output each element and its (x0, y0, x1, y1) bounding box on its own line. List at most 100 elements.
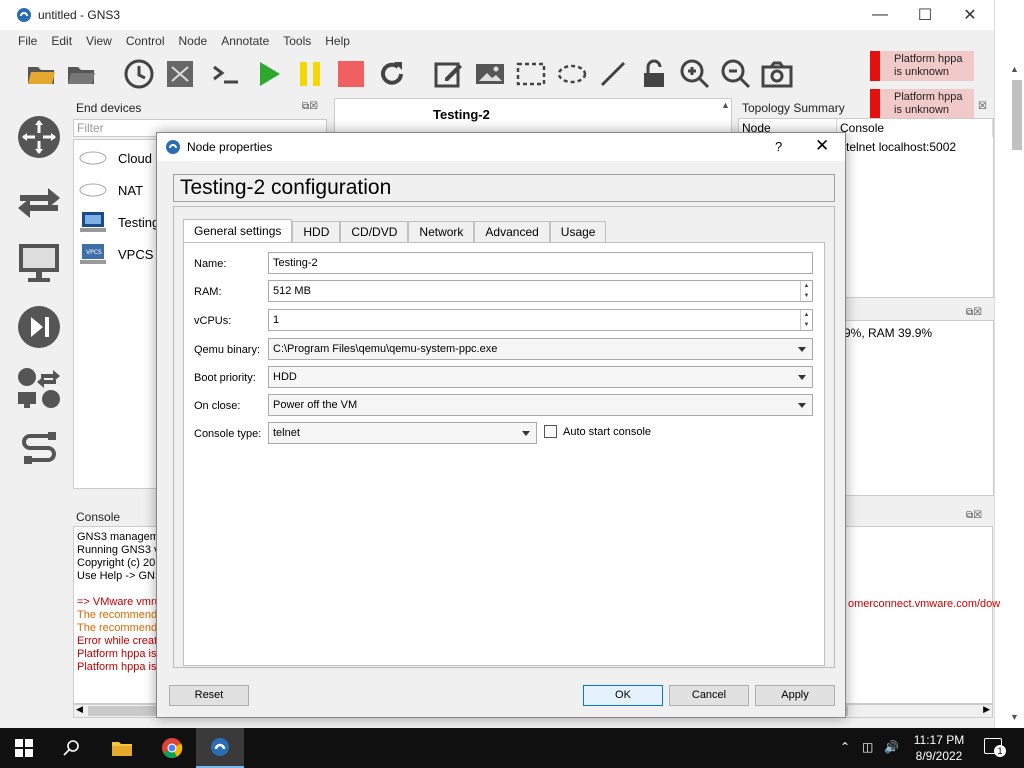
spin-arrows-icon[interactable]: ▲ ▼ (800, 281, 812, 301)
menu-help[interactable]: Help (325, 34, 350, 48)
zoom-out-button[interactable] (720, 58, 752, 90)
menu-view[interactable]: View (86, 34, 112, 48)
panel-float-close-icons[interactable]: ⧉☒ (966, 510, 982, 521)
start-all-button[interactable] (253, 58, 285, 90)
network-icon[interactable]: ◫ (862, 740, 873, 754)
close-dialog-button[interactable]: ✕ (815, 136, 829, 156)
menu-control[interactable]: Control (126, 34, 165, 48)
suspend-all-button[interactable] (294, 58, 326, 90)
scroll-right-icon[interactable]: ▶ (983, 704, 990, 715)
open-file-button[interactable] (65, 58, 97, 90)
snapshot-button[interactable] (123, 58, 155, 90)
lock-items-button[interactable] (638, 58, 670, 90)
edit-note-icon (434, 62, 462, 88)
start-button[interactable] (0, 728, 48, 768)
ram-spinbox[interactable]: 512 MB ▲ ▼ (268, 280, 813, 302)
chevron-up-icon[interactable]: ⌃ (840, 740, 850, 754)
auto-start-console-checkbox[interactable] (544, 425, 557, 438)
draw-ellipse-button[interactable] (556, 58, 588, 90)
on-close-value: Power off the VM (273, 399, 358, 411)
tab-hdd[interactable]: HDD (292, 221, 341, 243)
scrollbar-thumb[interactable] (1012, 80, 1022, 150)
col-header-console[interactable]: Console (837, 119, 993, 137)
ram-value: 512 MB (273, 285, 311, 297)
screenshot-button[interactable] (761, 58, 793, 90)
open-project-button[interactable] (25, 58, 57, 90)
help-button[interactable]: ? (775, 139, 782, 154)
add-link-button[interactable] (16, 428, 62, 474)
node-properties-dialog: Node properties ? ✕ Testing-2 configurat… (156, 132, 846, 718)
cancel-button[interactable]: Cancel (669, 685, 749, 706)
console-all-button[interactable] (210, 58, 242, 90)
resource-usage-text: 9%, RAM 39.9% (844, 326, 933, 340)
name-field[interactable]: Testing-2 (268, 252, 813, 274)
canvas-scroll-up-icon[interactable]: ▲ (721, 100, 730, 110)
panel-float-close-icons[interactable]: ☒ (978, 101, 987, 112)
browse-switches-button[interactable] (16, 178, 62, 224)
apply-button[interactable]: Apply (755, 685, 835, 706)
tab-network[interactable]: Network (408, 221, 475, 243)
browse-all-devices-button[interactable] (16, 366, 62, 412)
close-window-button[interactable]: ✕ (947, 0, 993, 30)
vcpus-spinbox[interactable]: 1 ▲ ▼ (268, 309, 813, 331)
svg-text:VPCS: VPCS (86, 249, 102, 256)
notification-toast[interactable]: Platform hppa is unknown (870, 51, 974, 81)
maximize-icon: ☐ (917, 7, 933, 24)
show-interface-labels-button[interactable] (164, 58, 196, 90)
panel-float-close-icons[interactable]: ⧉☒ (302, 101, 318, 112)
console-type-select[interactable]: telnet (268, 422, 537, 444)
panel-float-close-icons[interactable]: ⧉☒ (966, 307, 982, 318)
spin-arrows-icon[interactable]: ▲ ▼ (800, 310, 812, 330)
scroll-up-icon[interactable]: ▲ (1010, 64, 1019, 74)
reset-button[interactable]: Reset (169, 685, 249, 706)
node-label[interactable]: Testing-2 (433, 107, 490, 122)
console-title: Console (76, 510, 121, 524)
scroll-left-icon[interactable]: ◀ (76, 704, 83, 715)
add-note-button[interactable] (433, 58, 465, 90)
stop-all-button[interactable] (335, 58, 367, 90)
scroll-down-icon[interactable]: ▼ (1010, 712, 1019, 722)
clock-time: 11:17 PM (913, 733, 965, 747)
draw-line-button[interactable] (597, 58, 629, 90)
volume-icon[interactable]: 🔊 (884, 740, 899, 754)
browse-end-devices-button[interactable] (16, 240, 62, 286)
qemu-binary-select[interactable]: C:\Program Files\qemu\qemu-system-ppc.ex… (268, 338, 813, 360)
reload-all-button[interactable] (376, 58, 408, 90)
insert-picture-button[interactable] (474, 58, 506, 90)
gns3-taskbar-button[interactable] (196, 728, 244, 768)
search-button[interactable] (48, 728, 96, 768)
boot-priority-select[interactable]: HDD (268, 366, 813, 388)
menu-annotate[interactable]: Annotate (221, 34, 269, 48)
topology-summary-title: Topology Summary (742, 101, 845, 115)
configuration-header: Testing-2 configuration (173, 174, 835, 202)
end-devices-title: End devices (76, 101, 142, 115)
menu-node[interactable]: Node (179, 34, 208, 48)
browse-security-devices-button[interactable] (16, 304, 62, 350)
chrome-button[interactable] (148, 728, 196, 768)
tab-advanced[interactable]: Advanced (474, 221, 550, 243)
console-line: Platform hppa is (77, 648, 157, 660)
console-url-text[interactable]: omerconnect.vmware.com/dow (848, 598, 1000, 610)
menu-file[interactable]: File (18, 34, 37, 48)
console-type-label: Console type: (194, 428, 262, 440)
ok-button[interactable]: OK (583, 685, 663, 706)
gns3-app-icon (211, 738, 229, 756)
file-explorer-button[interactable] (98, 728, 146, 768)
zoom-out-icon (721, 59, 751, 89)
menu-tools[interactable]: Tools (283, 34, 311, 48)
browse-routers-button[interactable] (16, 114, 62, 160)
tab-cd-dvd[interactable]: CD/DVD (340, 221, 409, 243)
on-close-select[interactable]: Power off the VM (268, 394, 813, 416)
skip-forward-icon (18, 306, 60, 348)
maximize-button[interactable]: ☐ (902, 0, 948, 30)
tab-general-settings[interactable]: General settings (183, 219, 293, 243)
notification-toast[interactable]: Platform hppa is unknown (870, 89, 974, 119)
minimize-button[interactable]: — (857, 0, 903, 30)
draw-rectangle-button[interactable] (515, 58, 547, 90)
zoom-in-button[interactable] (679, 58, 711, 90)
auto-start-console-label[interactable]: Auto start console (563, 426, 651, 438)
notification-center-icon[interactable]: 1 (984, 738, 1006, 757)
menu-edit[interactable]: Edit (51, 34, 72, 48)
clock[interactable]: 11:17 PM 8/9/2022 (906, 732, 972, 764)
tab-usage[interactable]: Usage (549, 221, 607, 243)
